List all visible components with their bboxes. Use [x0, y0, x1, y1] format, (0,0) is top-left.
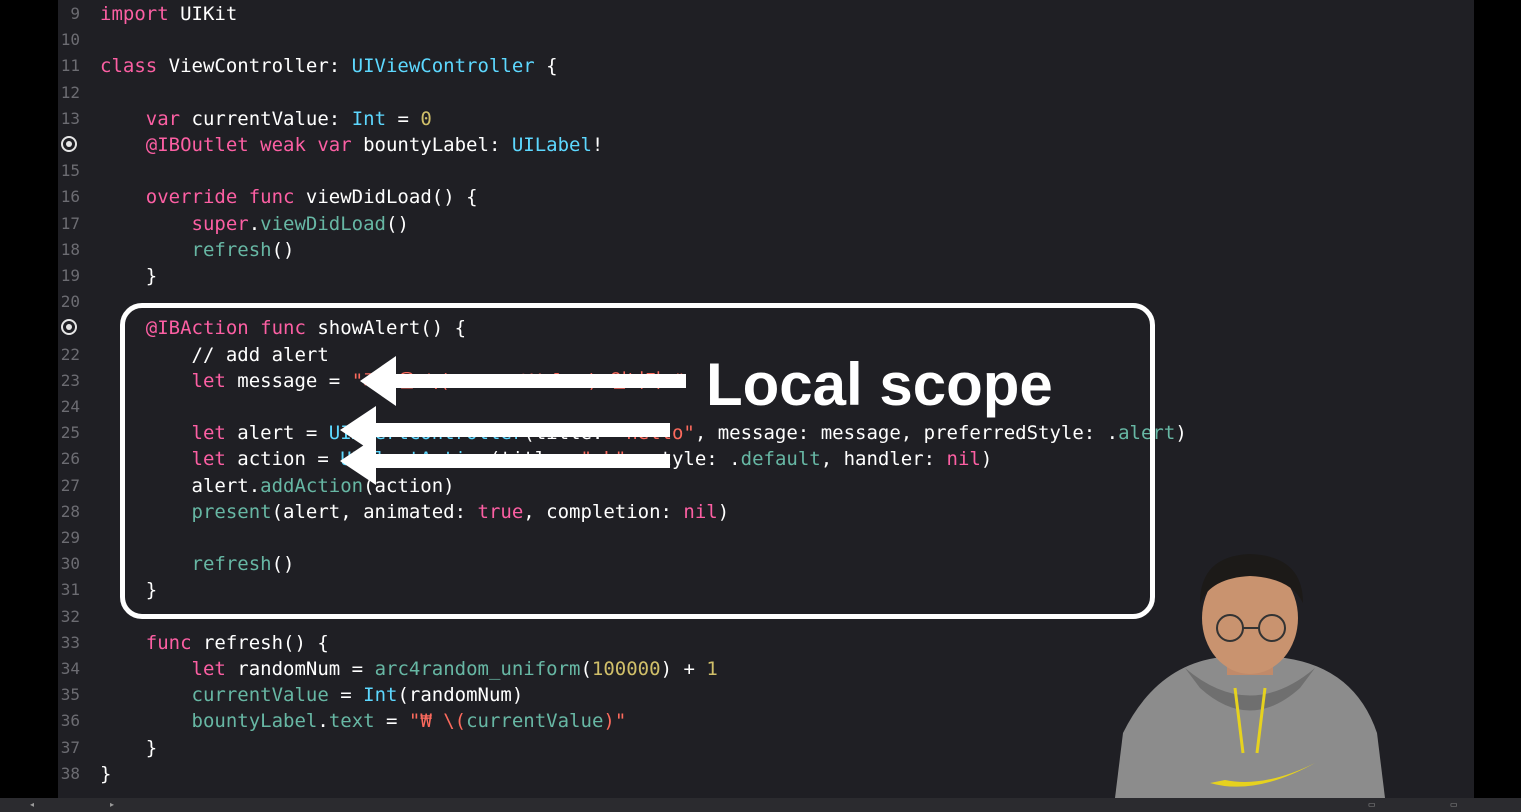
arrow-message-head: [360, 356, 396, 406]
arrow-action-head: [340, 437, 376, 485]
arrow-alert-shaft: [370, 423, 670, 437]
presenter-video-overlay: [1115, 554, 1385, 798]
presenter-hoodie: [1115, 658, 1385, 798]
arrow-message-shaft: [386, 374, 686, 388]
video-frame: 9 import UIKit 10 11 class ViewController: U…: [0, 0, 1521, 798]
player-control-left-2[interactable]: ▸: [110, 800, 114, 809]
player-bottom-bar: ◂ ▸ ▭ ▭: [0, 798, 1521, 812]
player-control-left-1[interactable]: ◂: [30, 800, 34, 809]
local-scope-label: Local scope: [706, 351, 1053, 418]
arrow-action-shaft: [370, 454, 670, 468]
player-control-right-2[interactable]: ▭: [1450, 800, 1458, 809]
player-control-right-1[interactable]: ▭: [1368, 800, 1376, 809]
